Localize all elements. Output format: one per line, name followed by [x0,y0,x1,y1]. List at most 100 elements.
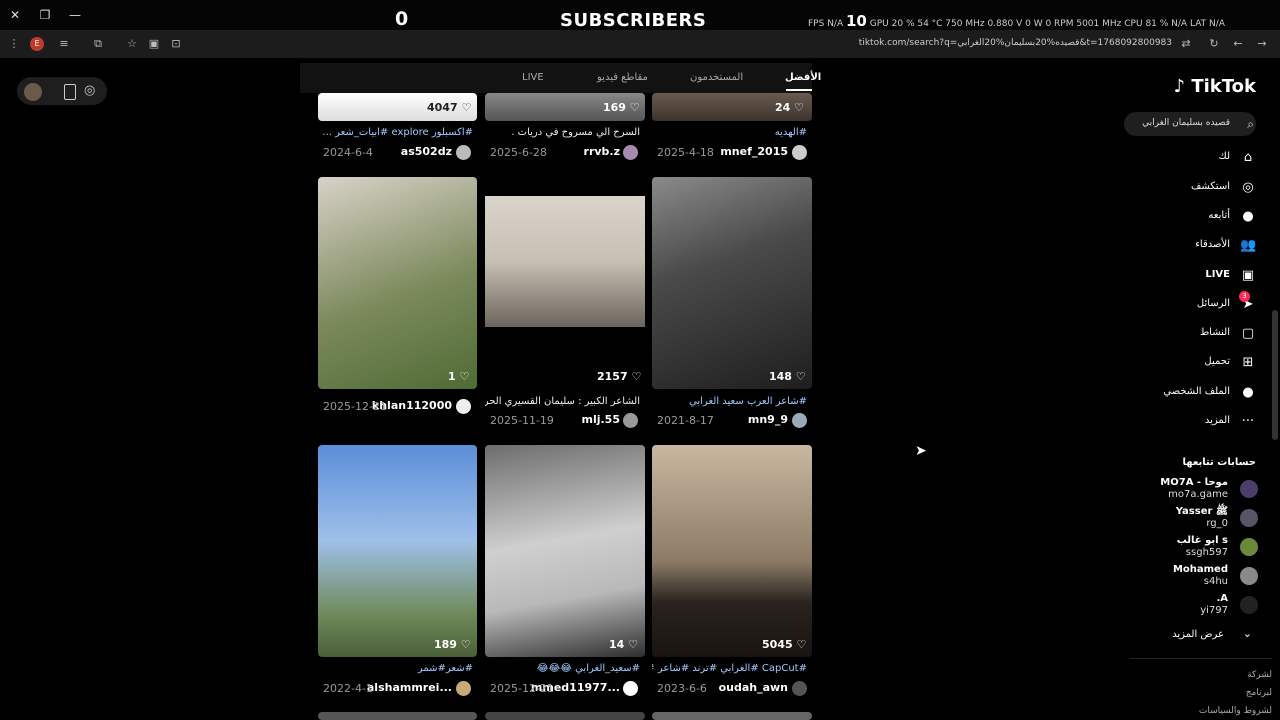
video-caption[interactable]: #شعر#شمر [318,663,473,674]
video-thumbnail[interactable] [485,445,645,657]
video-caption[interactable]: الشاعر الكبير : سليمان القسيري الحربي ..… [485,396,640,407]
compass-icon[interactable]: ◎ [1240,180,1256,196]
profile-icon[interactable]: ● [1240,385,1256,401]
sidebar-item-label[interactable]: أتابعه [1208,210,1230,221]
performance-stats: FPS N/A 10 GPU 20 % 54 °C 750 MHz 0.880 … [808,12,1225,30]
sidebar-item-label[interactable]: LIVE [1205,269,1230,280]
restore-icon[interactable]: ❐ [35,6,55,24]
subscriber-label: SUBSCRIBERS [560,10,707,31]
avatar[interactable] [456,681,471,696]
minimize-icon[interactable]: — [65,6,85,24]
tab-videos[interactable]: مقاطع فيديو [597,72,648,83]
avatar[interactable] [1240,509,1258,527]
sidebar-item-label[interactable]: المزيد [1205,415,1230,426]
video-thumbnail[interactable] [318,712,477,720]
more-icon[interactable]: ··· [1240,414,1256,430]
video-thumbnail[interactable] [652,445,812,657]
video-caption[interactable]: #الهديه [652,127,807,138]
video-caption[interactable]: #شاعر العرب سعيد الغرابي [652,396,807,407]
forward-icon[interactable]: → [1254,36,1270,52]
following-handle[interactable]: s4hu [1204,576,1228,588]
site-settings-icon[interactable]: ⇄ [1178,36,1194,52]
following-name[interactable]: MO7A - موحا [1160,477,1228,489]
avatar[interactable] [456,145,471,160]
username[interactable]: oudah_awn [700,681,788,694]
menu-dots-icon[interactable]: ⋮ [6,36,22,52]
avatar[interactable] [623,145,638,160]
avatar[interactable] [1240,596,1258,614]
video-thumbnail[interactable] [652,712,812,720]
footer-link-program[interactable]: لبرنامج [1246,688,1272,698]
video-thumbnail[interactable] [652,177,812,389]
username[interactable]: rrvb.z [540,145,620,158]
avatar[interactable] [792,681,807,696]
avatar[interactable] [1240,480,1258,498]
search-icon[interactable]: ⌕ [1247,117,1254,132]
post-date: 2023-6-6 [657,682,707,695]
activity-icon[interactable]: ▢ [1240,326,1256,342]
following-handle[interactable]: yi797 [1200,605,1228,617]
sidebar-item-label[interactable]: النشاط [1200,327,1230,338]
tiktok-logo[interactable]: ♪ TikTok [1174,76,1256,97]
following-name[interactable]: Yasser ﷺ [1176,506,1228,518]
video-caption[interactable]: #CapCut #الغرابي #ترند #شاعر # [652,663,807,674]
avatar[interactable] [623,681,638,696]
following-handle[interactable]: ssgh597 [1186,547,1228,559]
screenshot-icon[interactable]: ⊡ [168,36,184,52]
following-name[interactable]: Mohamed [1173,564,1228,576]
sidebar-item-label[interactable]: استكشف [1191,181,1230,192]
following-name[interactable]: ابو غالب s [1177,535,1228,547]
upload-icon[interactable]: ⊞ [1240,355,1256,371]
tab-live[interactable]: LIVE [522,72,544,83]
address-bar-url[interactable]: tiktok.com/search?q=قصيده%20بسليمان%20ال… [859,38,1172,48]
compass-icon[interactable]: ◎ [84,83,95,98]
video-thumbnail[interactable] [318,445,477,657]
video-caption[interactable]: السرح الي مسروح في دريات . [485,127,640,138]
username[interactable]: as502dz [370,145,452,158]
following-handle[interactable]: mo7a.game [1168,489,1228,501]
avatar[interactable] [1240,538,1258,556]
like-count: 169 ♡ [603,101,640,114]
avatar[interactable] [456,399,471,414]
sidebar-item-label[interactable]: الأصدقاء [1195,239,1230,250]
sidebar-item-label[interactable]: لك [1219,151,1230,162]
friends-icon[interactable]: 👥 [1240,238,1256,254]
search-input[interactable] [1140,118,1230,128]
see-more-link[interactable]: عرض المزيد [1172,629,1224,640]
avatar[interactable] [623,413,638,428]
live-icon[interactable]: ▣ [1240,268,1256,284]
avatar[interactable] [24,83,42,101]
tab-top[interactable]: الأفضل [785,72,821,83]
notification-badge: 3 [1239,291,1250,302]
sidebar-item-label[interactable]: تحميل [1204,356,1230,367]
tab-users[interactable]: المستخدمون [690,72,743,83]
extensions-puzzle-icon[interactable]: ⧉ [90,36,106,52]
footer-link-company[interactable]: لشركة [1247,670,1272,680]
video-thumbnail[interactable] [318,177,477,389]
following-name[interactable]: .A [1216,593,1228,605]
phone-icon[interactable] [64,84,76,100]
extension-icon[interactable]: E [30,37,44,51]
like-count: 148 ♡ [769,370,806,383]
reading-list-icon[interactable]: ≡ [56,36,72,52]
video-thumbnail[interactable] [485,712,645,720]
sidebar-item-label[interactable]: الرسائل [1197,298,1230,309]
close-icon[interactable]: ✕ [5,6,25,24]
username[interactable]: alshammrei... [360,681,452,694]
back-icon[interactable]: ← [1230,36,1246,52]
following-icon[interactable]: ● [1240,209,1256,225]
reload-icon[interactable]: ↻ [1206,36,1222,52]
bookmark-star-icon[interactable]: ☆ [124,36,140,52]
following-handle[interactable]: rg_0 [1206,518,1228,530]
collections-icon[interactable]: ▣ [146,36,162,52]
chevron-down-icon[interactable]: ⌄ [1243,627,1252,640]
avatar[interactable] [792,413,807,428]
avatar[interactable] [1240,567,1258,585]
sidebar-item-label[interactable]: الملف الشخصي [1163,386,1230,397]
video-caption[interactable]: #اكسبلور explore #ابيات_شعر ... [318,127,473,138]
footer-link-terms[interactable]: لشروط والسياسات [1199,706,1272,716]
home-icon[interactable]: ⌂ [1240,150,1256,166]
sidebar-scrollbar[interactable] [1272,310,1278,440]
avatar[interactable] [792,145,807,160]
video-caption[interactable]: #سعيد_الغرابي 😂😂😂 [485,663,640,674]
